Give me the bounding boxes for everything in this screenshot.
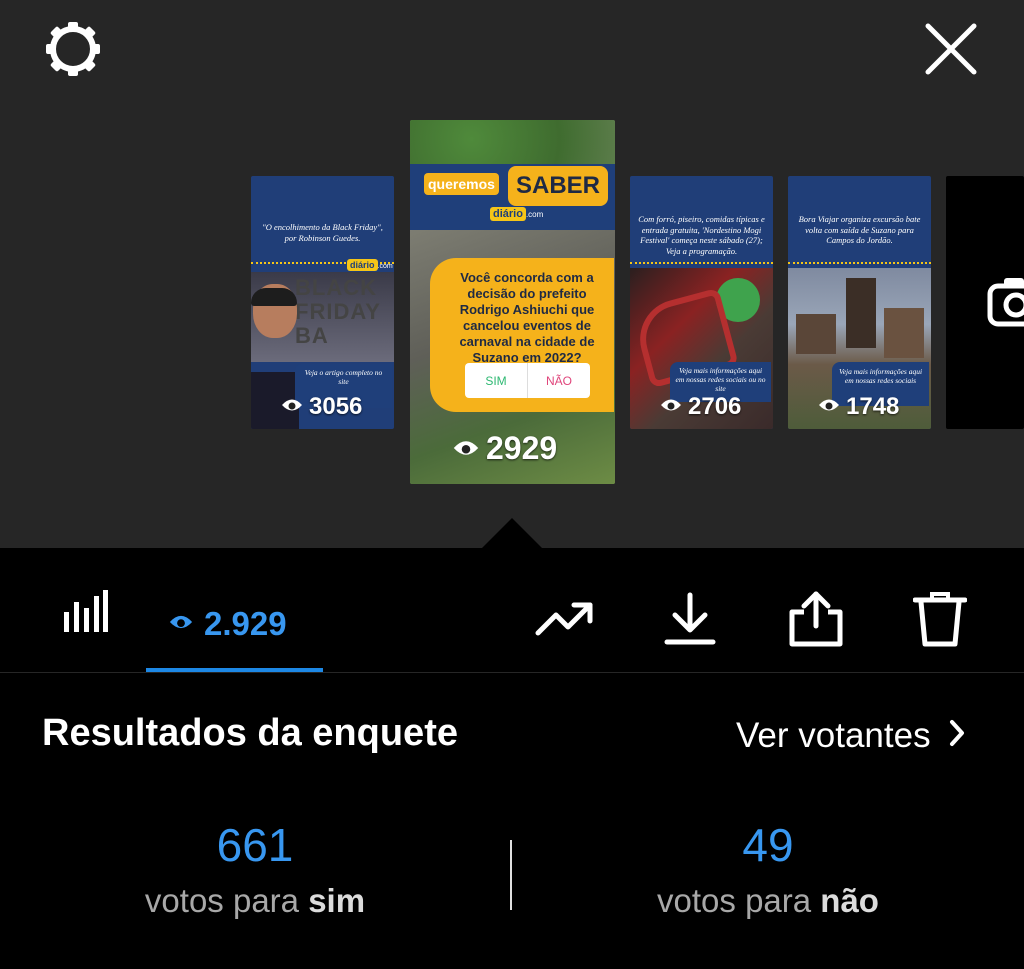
eye-icon (168, 612, 194, 637)
story-cta: Veja mais informações aqui em nossas red… (675, 366, 766, 393)
eye-icon (452, 430, 480, 467)
header-right: SABER (508, 166, 608, 206)
no-vote-label: votos para não (657, 882, 879, 919)
story-view-count: 2706 (660, 393, 741, 421)
eye-icon (281, 393, 303, 421)
story-thumbnail-4[interactable]: Bora Viajar organiza excursão bate volta… (788, 176, 931, 429)
poll-result-no: 49 votos para não (568, 818, 968, 920)
story-thumbnail-3[interactable]: Com forró, piseiro, comidas típicas e en… (630, 176, 773, 429)
bar-chart-icon[interactable] (50, 582, 120, 640)
story-caption: "O encolhimento da Black Friday", por Ro… (262, 222, 383, 243)
eye-icon (660, 393, 682, 421)
views-count: 2.929 (204, 605, 287, 642)
poll-result-yes: 661 votos para sim (55, 818, 455, 920)
yes-vote-label: votos para sim (144, 882, 366, 919)
trash-icon[interactable] (907, 586, 973, 652)
trees-photo (410, 120, 615, 168)
trending-up-icon[interactable] (532, 586, 598, 652)
story-view-count: 1748 (818, 393, 899, 421)
chevron-right-icon (949, 716, 965, 756)
banner-text: BLACK FRIDAY BA (295, 275, 381, 348)
camera-icon (986, 272, 1024, 337)
results-divider (510, 840, 512, 910)
active-tab-underline (146, 668, 323, 672)
poll-option-yes: SIM (465, 363, 528, 398)
story-viewer-top: "O encolhimento da Black Friday", por Ro… (0, 0, 1024, 548)
close-x-icon[interactable] (916, 16, 986, 82)
dotted-divider (630, 262, 773, 264)
story-logo: diário .com (490, 207, 543, 221)
no-vote-count: 49 (742, 819, 794, 871)
eye-icon (818, 393, 840, 421)
insights-panel: 2.929 Resultados da enquete Ver votantes… (0, 548, 1024, 969)
selected-story-pointer (482, 518, 542, 548)
story-logo: diário .com (347, 259, 393, 271)
see-voters-label: Ver votantes (736, 716, 931, 755)
header-left: queremos (424, 173, 499, 195)
story-cta: Veja o artigo completo no site (304, 368, 383, 386)
story-caption: Com forró, piseiro, comidas típicas e en… (638, 214, 765, 256)
insights-tabbar: 2.929 (0, 548, 1024, 673)
story-thumbnail-1[interactable]: "O encolhimento da Black Friday", por Ro… (251, 176, 394, 429)
download-icon[interactable] (657, 586, 723, 652)
poll-results-title: Resultados da enquete (42, 712, 458, 754)
yes-vote-count: 661 (216, 819, 294, 871)
see-voters-link[interactable]: Ver votantes (736, 716, 965, 756)
story-cta: Veja mais informações aqui em nossas red… (838, 367, 923, 385)
share-icon[interactable] (783, 586, 849, 652)
story-view-count: 2929 (452, 430, 557, 467)
story-caption: Bora Viajar organiza excursão bate volta… (798, 214, 921, 245)
story-view-count: 3056 (281, 393, 362, 421)
story-thumbnail-selected[interactable]: queremos SABER diário .com Você concorda … (410, 120, 615, 484)
tab-views[interactable]: 2.929 (146, 576, 323, 672)
add-story-camera-tile[interactable] (946, 176, 1024, 429)
dotted-divider (788, 262, 931, 264)
poll-question: Você concorda com a decisão do prefeito … (459, 270, 595, 365)
settings-gear-icon[interactable] (38, 16, 108, 82)
poll-option-no: NÃO (545, 373, 572, 388)
poll-options: SIM NÃO (465, 363, 590, 398)
